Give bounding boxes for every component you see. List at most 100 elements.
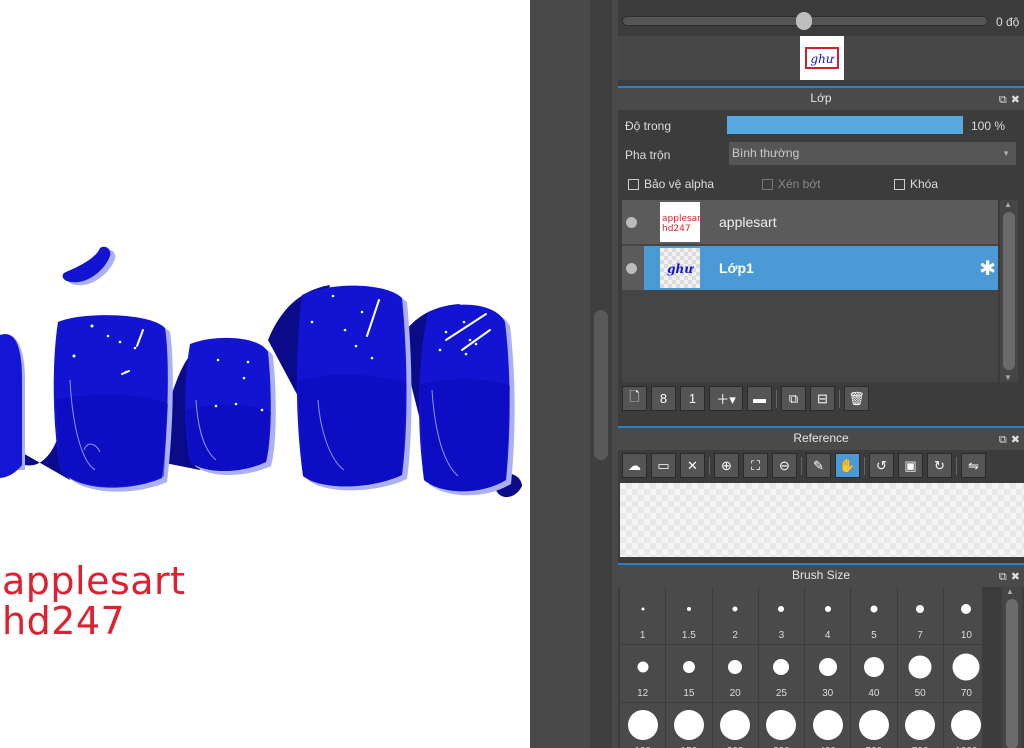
- brush-size-scrollbar[interactable]: ▲: [1002, 587, 1022, 748]
- blend-mode-select[interactable]: Bình thường ▼: [729, 142, 1016, 165]
- new-1bit-layer-icon[interactable]: 1: [680, 386, 705, 411]
- reference-panel-header: Reference ⧉ ✖: [618, 426, 1024, 450]
- brush-size-cell[interactable]: 15: [666, 645, 712, 702]
- brush-dot: [824, 606, 831, 612]
- clipping-checkbox[interactable]: Xén bớt: [762, 177, 821, 191]
- scrollbar-thumb[interactable]: [1003, 212, 1015, 370]
- blend-mode-value: Bình thường: [732, 146, 800, 160]
- layer-list-scrollbar[interactable]: ▲ ▼: [1000, 200, 1018, 382]
- close-panel-icon[interactable]: ✖: [1011, 90, 1020, 111]
- float-panel-icon[interactable]: ⧉: [999, 90, 1007, 111]
- brush-size-cell[interactable]: 70: [943, 645, 982, 702]
- brush-dot: [818, 658, 837, 676]
- layer-row-lop1[interactable]: ghư Lớp1 ✱: [622, 246, 998, 290]
- flip-icon[interactable]: ⇋: [961, 453, 986, 478]
- brush-dot: [673, 710, 704, 740]
- new-folder-icon[interactable]: ▬: [747, 386, 772, 411]
- brush-size-cell[interactable]: 3: [758, 587, 804, 644]
- brush-size-cell[interactable]: 1: [620, 587, 666, 644]
- brush-size-cell[interactable]: 300: [758, 703, 804, 748]
- brush-size-cell[interactable]: 30: [805, 645, 851, 702]
- merge-down-icon[interactable]: ⊟: [810, 386, 835, 411]
- canvas-scrollbar-thumb[interactable]: [594, 310, 608, 460]
- brush-size-cell[interactable]: 400: [805, 703, 851, 748]
- brush-dot: [773, 659, 790, 675]
- brush-dot: [858, 710, 889, 740]
- brush-dot: [682, 661, 695, 673]
- brush-size-label: 4: [824, 630, 831, 641]
- scroll-up-icon[interactable]: ▲: [1006, 587, 1014, 596]
- layer-list: applesart hd247 applesart ghư Lớp1 ✱: [622, 200, 998, 382]
- close-panel-icon[interactable]: ✖: [1011, 567, 1020, 588]
- scrollbar-thumb[interactable]: [1006, 599, 1018, 748]
- folder-open-icon[interactable]: ▭: [651, 453, 676, 478]
- brush-size-cell[interactable]: 12: [620, 645, 666, 702]
- close-panel-icon[interactable]: ✖: [1011, 430, 1020, 451]
- new-8bit-layer-icon[interactable]: 8: [651, 386, 676, 411]
- reference-panel-title: Reference: [793, 431, 849, 445]
- zoom-out-icon[interactable]: ⊖: [772, 453, 797, 478]
- add-layer-menu-icon[interactable]: ＋▾: [709, 386, 743, 411]
- brush-size-cell[interactable]: 5: [851, 587, 897, 644]
- drawing-canvas[interactable]: applesart hd247: [0, 0, 530, 748]
- blend-label: Pha trộn: [625, 148, 671, 162]
- layer-thumbnail: ghư: [660, 248, 700, 288]
- svg-text:ghư: ghư: [810, 52, 834, 66]
- rotation-slider-knob[interactable]: [796, 12, 812, 30]
- visibility-icon[interactable]: [626, 262, 637, 274]
- opacity-fill: [727, 116, 963, 134]
- float-panel-icon[interactable]: ⧉: [999, 430, 1007, 451]
- brush-size-cell[interactable]: 40: [851, 645, 897, 702]
- visibility-icon[interactable]: [626, 216, 637, 228]
- layer-toolbar: 🗋 8 1 ＋▾ ▬ ⧉ ⊟ 🗑: [622, 386, 869, 411]
- brush-size-label: 1.5: [681, 630, 696, 641]
- brush-size-cell[interactable]: 700: [897, 703, 943, 748]
- gear-icon[interactable]: ✱: [979, 256, 996, 281]
- float-panel-icon[interactable]: ⧉: [999, 567, 1007, 588]
- toolbar-separator: [864, 456, 865, 475]
- brush-size-cell[interactable]: 150: [666, 703, 712, 748]
- scroll-down-icon[interactable]: ▼: [1004, 373, 1012, 382]
- brush-size-cell[interactable]: 50: [897, 645, 943, 702]
- brush-size-label: 12: [637, 688, 649, 699]
- brush-size-cell[interactable]: 20: [712, 645, 758, 702]
- brush-size-cell[interactable]: 500: [851, 703, 897, 748]
- brush-size-cell[interactable]: 100: [620, 703, 666, 748]
- layer-row-applesart[interactable]: applesart hd247 applesart: [622, 200, 998, 244]
- opacity-slider[interactable]: [727, 116, 963, 134]
- brush-dot: [732, 606, 738, 612]
- brush-size-cell[interactable]: 25: [758, 645, 804, 702]
- fit-icon[interactable]: ⛶: [743, 453, 768, 478]
- rotate-left-icon[interactable]: ↺: [869, 453, 894, 478]
- fit-window-icon[interactable]: ▣: [898, 453, 923, 478]
- protect-alpha-checkbox[interactable]: Bảo vệ alpha: [628, 177, 714, 191]
- lock-checkbox[interactable]: Khóa: [894, 177, 938, 191]
- brush-dot: [766, 710, 797, 740]
- eyedropper-icon[interactable]: ✎: [806, 453, 831, 478]
- zoom-in-icon[interactable]: ⊕: [714, 453, 739, 478]
- brush-size-cell[interactable]: 4: [805, 587, 851, 644]
- opacity-value: 100 %: [971, 119, 1006, 133]
- reference-canvas[interactable]: [620, 483, 1024, 557]
- cloud-open-icon[interactable]: ☁: [622, 453, 647, 478]
- brush-size-cell[interactable]: 10: [943, 587, 982, 644]
- brush-size-cell[interactable]: 2: [712, 587, 758, 644]
- brush-size-label: 7: [917, 630, 923, 641]
- svg-text:ghư: ghư: [667, 262, 694, 276]
- delete-layer-icon[interactable]: 🗑: [844, 386, 869, 411]
- brush-size-cell[interactable]: 200: [712, 703, 758, 748]
- brush-size-cell[interactable]: 7: [897, 587, 943, 644]
- hand-icon[interactable]: ✋: [835, 453, 860, 478]
- brush-size-label: 20: [729, 688, 741, 699]
- rotate-right-icon[interactable]: ↻: [927, 453, 952, 478]
- duplicate-layer-icon[interactable]: ⧉: [781, 386, 806, 411]
- close-icon[interactable]: ✕: [680, 453, 705, 478]
- navigator-thumbnail[interactable]: ghư: [800, 36, 844, 80]
- layer-name: applesart: [719, 214, 777, 230]
- scroll-up-icon[interactable]: ▲: [1004, 200, 1012, 209]
- brush-size-label: 1: [639, 630, 646, 641]
- new-layer-icon[interactable]: 🗋: [622, 386, 647, 411]
- brush-size-cell[interactable]: 1000: [943, 703, 982, 748]
- brush-size-cell[interactable]: 1.5: [666, 587, 712, 644]
- watermark-line-1: applesart: [2, 559, 186, 603]
